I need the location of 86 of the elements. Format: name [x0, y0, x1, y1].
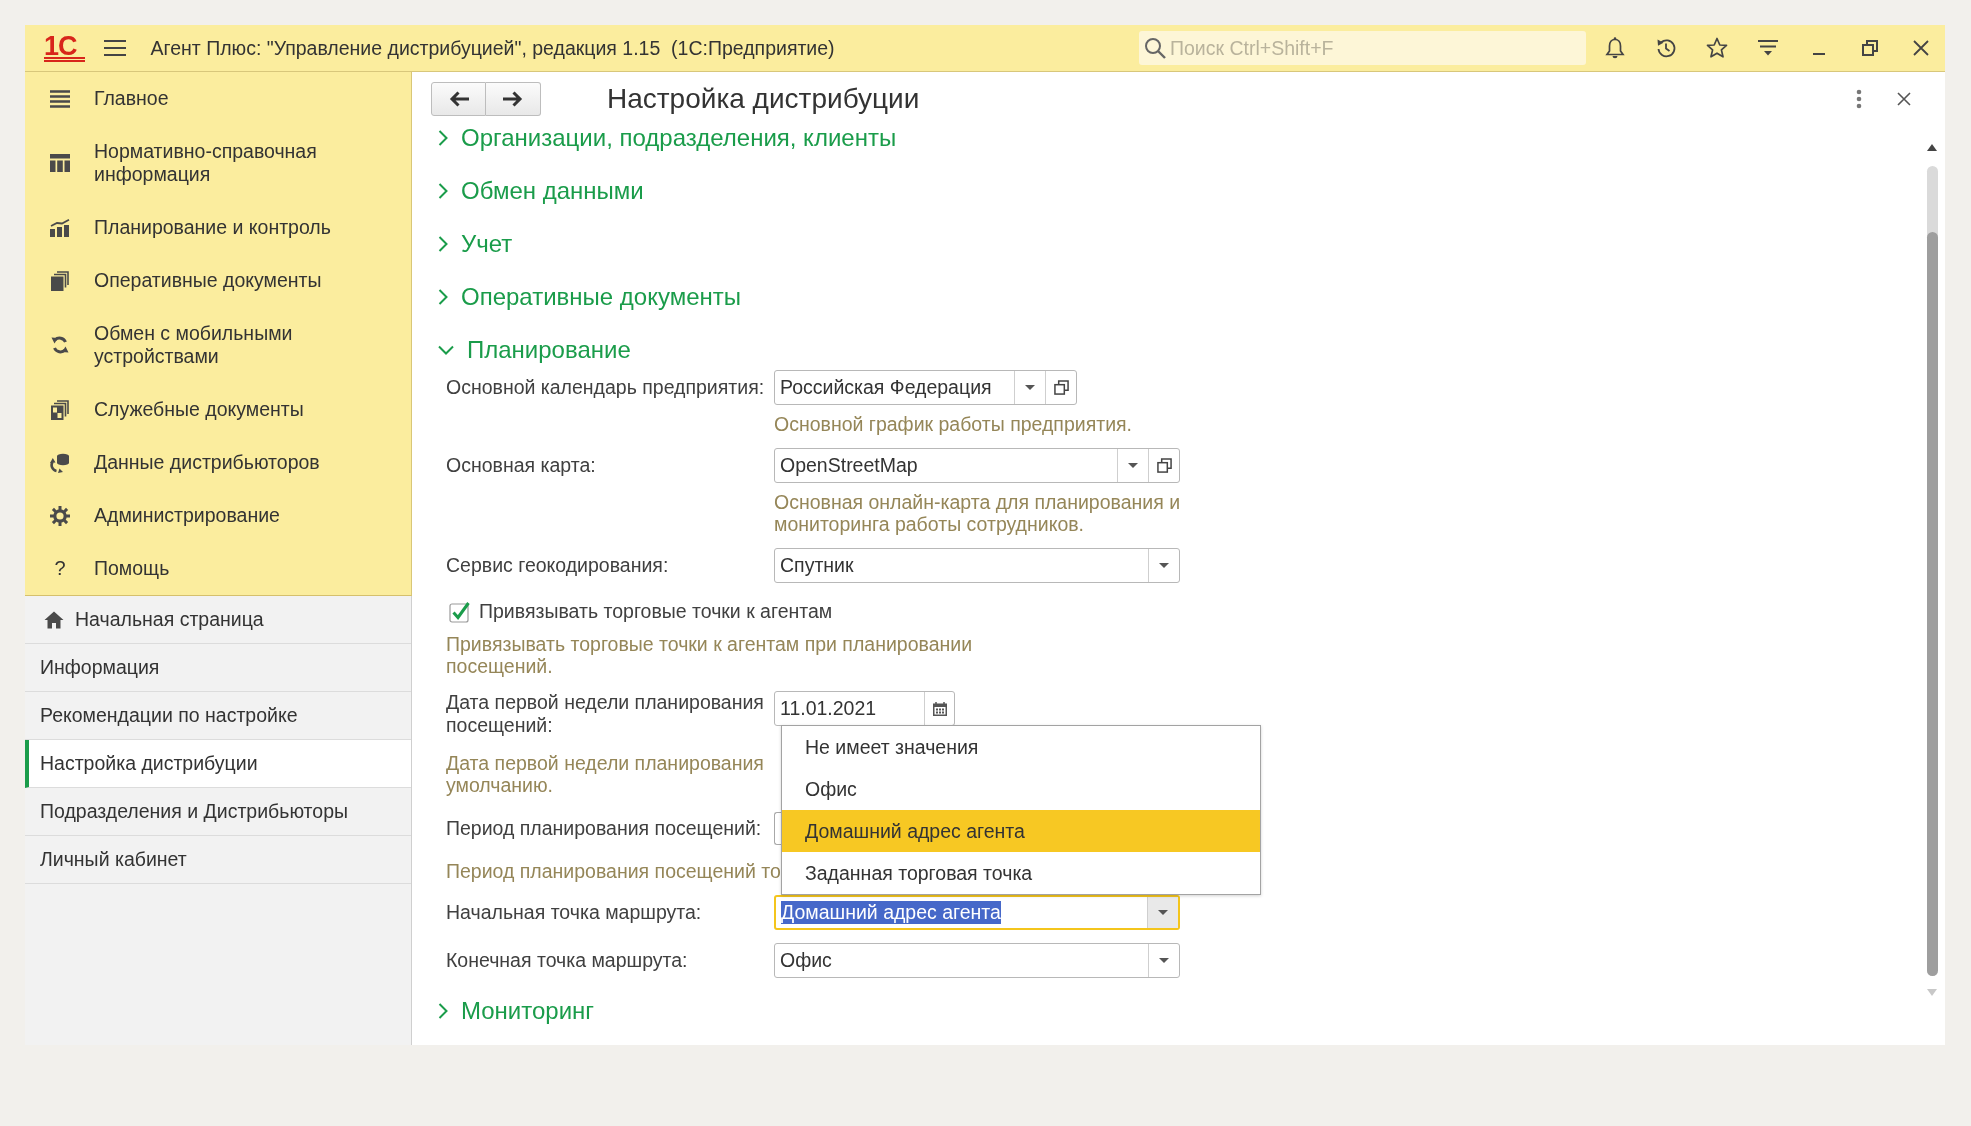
dropdown-option[interactable]: Заданная торговая точка [782, 852, 1260, 894]
dropdown-button[interactable] [1147, 897, 1178, 928]
table-columns-icon [50, 154, 70, 172]
group-header[interactable]: Организации, подразделения, клиенты [436, 118, 897, 158]
caret-down-icon [1025, 385, 1035, 390]
arrow-left-icon [447, 90, 470, 108]
sidebar-item[interactable]: ? Помощь [25, 542, 411, 595]
checkbox[interactable] [449, 600, 471, 623]
sidebar-item[interactable]: Данные дистрибьюторов [25, 436, 411, 489]
search-icon [1144, 37, 1166, 59]
menu-icon[interactable] [102, 38, 127, 58]
hint-text: умолчанию. [446, 774, 553, 796]
group-header[interactable]: Планирование [436, 330, 631, 370]
chevron-right-icon [438, 130, 448, 146]
sidebar-item[interactable]: Служебные документы [25, 383, 411, 436]
documents-icon [50, 399, 70, 420]
group-header[interactable]: Оперативные документы [436, 277, 742, 317]
more-vertical-icon[interactable] [1856, 89, 1862, 109]
select-field[interactable]: Спутник [774, 548, 1180, 583]
field-label: Основной календарь предприятия: [446, 376, 765, 399]
nav-item[interactable]: Начальная страница [25, 596, 411, 644]
dropdown-option[interactable]: Не имеет значения [782, 726, 1260, 768]
sidebar-item[interactable]: Обмен с мобильными устройствами [25, 307, 411, 383]
chevron-down-icon [438, 345, 454, 355]
field-label: Период планирования посещений: [446, 817, 762, 840]
select-field[interactable]: Домашний адрес агента [774, 895, 1180, 930]
chevron-right-icon [438, 183, 448, 199]
hint-text: Привязывать торговые точки к агентам при планировании посещений. [446, 633, 974, 677]
nav-item[interactable]: Информация [25, 644, 411, 692]
nav-item[interactable]: Личный кабинет [25, 836, 411, 884]
sidebar-item[interactable]: Планирование и контроль [25, 201, 411, 254]
calendar-icon [932, 701, 947, 716]
field-label: Сервис геокодирования: [446, 554, 669, 577]
form-title: Настройка дистрибуции [607, 83, 920, 115]
arrow-right-icon [502, 90, 524, 108]
select-field[interactable]: Офис [774, 943, 1180, 978]
documents-icon [50, 270, 70, 291]
nav-item[interactable]: Подразделения и Дистрибьюторы [25, 788, 411, 836]
question-mark-icon: ? [50, 557, 70, 580]
close-icon[interactable] [1897, 92, 1911, 106]
caret-down-icon [1158, 910, 1168, 915]
sidebar-item[interactable]: Главное [25, 72, 411, 125]
field-label: Дата первой недели планирования посещений: [446, 691, 765, 737]
hint-text: Основная онлайн-карта для планирования и мониторинга работы сотрудников. [774, 491, 1182, 535]
stacked-windows-icon [1053, 380, 1069, 395]
chevron-right-icon [438, 289, 448, 305]
field-label: Начальная точка маршрута: [446, 901, 702, 924]
app-logo: 1С [44, 34, 85, 62]
forward-button[interactable] [486, 82, 541, 116]
search-field[interactable]: Поиск Ctrl+Shift+F [1139, 31, 1586, 65]
input-field[interactable] [774, 812, 781, 845]
select-field[interactable]: Российская Федерация [774, 370, 1077, 405]
caret-up-icon[interactable] [1927, 144, 1937, 151]
home-icon [44, 610, 64, 629]
caret-down-icon [1159, 958, 1169, 963]
bar-chart-icon [50, 218, 70, 237]
back-button[interactable] [431, 82, 486, 116]
field-label: Конечная точка маршрута: [446, 949, 688, 972]
hint-text: Основной график работы предприятия. [774, 413, 1132, 435]
sidebar-item[interactable]: Администрирование [25, 489, 411, 542]
group-header[interactable]: Мониторинг [436, 991, 595, 1031]
gear-icon [50, 505, 70, 526]
chevron-right-icon [438, 236, 448, 252]
caret-down-icon [1159, 563, 1169, 568]
sidebar-item[interactable]: Оперативные документы [25, 254, 411, 307]
select-field[interactable]: OpenStreetMap [774, 448, 1180, 483]
caret-down-icon [1128, 463, 1138, 468]
hint-text: Период планирования посещений то [446, 860, 781, 882]
date-field[interactable]: 11.01.2021 [774, 691, 955, 726]
database-icon [50, 452, 70, 473]
dropdown-option[interactable]: Домашний адрес агента [782, 810, 1260, 852]
nav-item[interactable]: Настройка дистрибуции [25, 740, 411, 788]
sidebar-item[interactable]: Нормативно-справочная информация [25, 125, 411, 201]
stacked-windows-icon [1156, 458, 1172, 473]
sync-arrows-icon [50, 335, 70, 355]
menu-lines-icon [50, 89, 70, 108]
hint-text: Дата первой недели планирования [446, 752, 764, 774]
dropdown-option[interactable]: Офис [782, 768, 1260, 810]
field-label: Основная карта: [446, 454, 596, 477]
window-title: Агент Плюс: "Управление дистрибуцией", редакция 1.15 (1С:Предприятие) [150, 36, 835, 60]
bell-icon[interactable] [1603, 36, 1627, 60]
chevron-right-icon [438, 1003, 448, 1019]
group-header[interactable]: Обмен данными [436, 171, 644, 211]
checkbox-label: Привязывать торговые точки к агентам [479, 600, 833, 623]
star-icon[interactable] [1705, 36, 1729, 60]
group-header[interactable]: Учет [436, 224, 513, 264]
